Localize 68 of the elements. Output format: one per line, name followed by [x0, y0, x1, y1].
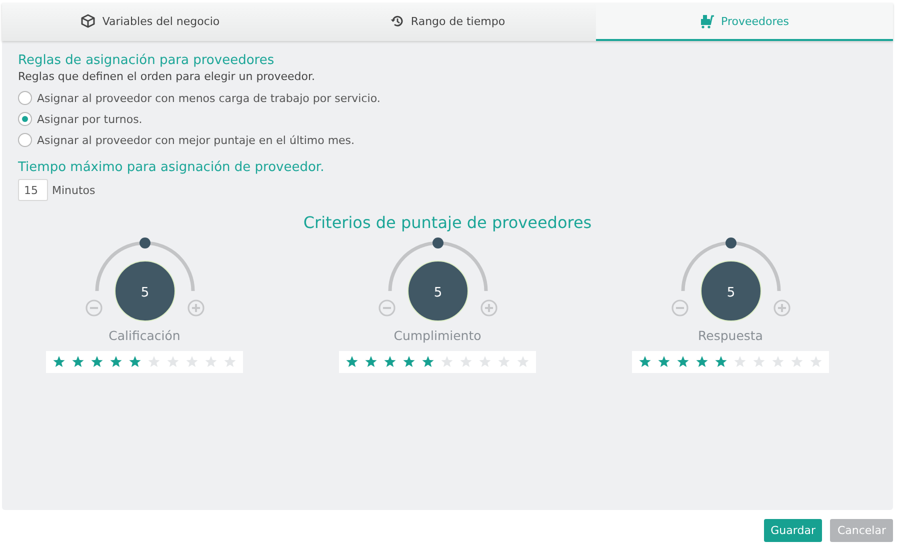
dial-handle[interactable]	[432, 238, 443, 248]
star-icon	[128, 355, 142, 369]
star-icon	[657, 355, 671, 369]
star-icon	[166, 355, 180, 369]
star-icon	[185, 355, 199, 369]
dial-handle[interactable]	[725, 238, 736, 248]
star-icon	[383, 355, 397, 369]
cart-icon	[700, 14, 715, 28]
tab[interactable]: Variables del negocio	[2, 3, 299, 41]
star-icon	[497, 355, 511, 369]
criterion-label: Calificación	[108, 328, 180, 345]
star-icon	[809, 355, 823, 369]
dial-knob	[114, 260, 175, 322]
star-icon	[440, 355, 454, 369]
radio-label[interactable]: Asignar por turnos.	[37, 112, 142, 126]
section-title: Tiempo máximo para asignación de proveedor.	[18, 160, 324, 175]
radio-button[interactable]	[18, 91, 32, 105]
minus-icon[interactable]	[378, 300, 395, 316]
star-icon	[364, 355, 378, 369]
star-rating[interactable]	[632, 351, 829, 373]
box-icon	[81, 14, 96, 28]
star-rating[interactable]	[339, 351, 536, 373]
minus-icon[interactable]	[85, 300, 102, 316]
star-icon	[345, 355, 359, 369]
radio-label[interactable]: Asignar al proveedor con mejor puntaje en el último mes.	[37, 134, 355, 146]
star-icon	[638, 355, 652, 369]
history-icon	[390, 14, 405, 28]
minus-icon[interactable]	[671, 300, 688, 316]
dial-value: 5	[140, 286, 149, 300]
unit-label: Minutos	[52, 184, 96, 196]
star-icon	[90, 355, 104, 369]
radio-button[interactable]	[18, 133, 32, 147]
plus-icon[interactable]	[773, 300, 790, 316]
star-icon	[71, 355, 85, 369]
plus-icon[interactable]	[480, 300, 497, 316]
star-icon	[516, 355, 530, 369]
radio-button[interactable]	[18, 112, 32, 126]
star-icon	[771, 355, 785, 369]
minutes-input[interactable]: 15	[18, 179, 48, 201]
dial-value: 5	[726, 286, 735, 300]
star-icon	[147, 355, 161, 369]
star-icon	[478, 355, 492, 369]
star-icon	[223, 355, 237, 369]
star-icon	[790, 355, 804, 369]
star-icon	[714, 355, 728, 369]
tab[interactable]: Rango de tiempo	[299, 3, 596, 41]
star-icon	[109, 355, 123, 369]
section-title: Criterios de puntaje de proveedores	[303, 213, 592, 232]
star-icon	[733, 355, 747, 369]
star-icon	[52, 355, 66, 369]
star-icon	[676, 355, 690, 369]
section-title: Reglas de asignación para proveedores	[18, 53, 274, 68]
star-rating[interactable]	[46, 351, 243, 373]
star-icon	[459, 355, 473, 369]
criterion-label: Cumplimiento	[394, 328, 482, 345]
dial-knob	[407, 260, 468, 322]
plus-icon[interactable]	[187, 300, 204, 316]
star-icon	[402, 355, 416, 369]
star-icon	[421, 355, 435, 369]
section-description: Reglas que definen el orden para elegir un proveedor.	[18, 70, 315, 83]
star-icon	[695, 355, 709, 369]
star-icon	[752, 355, 766, 369]
radio-label[interactable]: Asignar al proveedor con menos carga de trabajo por servicio.	[37, 92, 380, 104]
star-icon	[204, 355, 218, 369]
dial-handle[interactable]	[139, 238, 150, 248]
criterion-label: Respuesta	[698, 328, 763, 345]
dial-value: 5	[433, 286, 442, 300]
dial-knob	[700, 260, 761, 322]
